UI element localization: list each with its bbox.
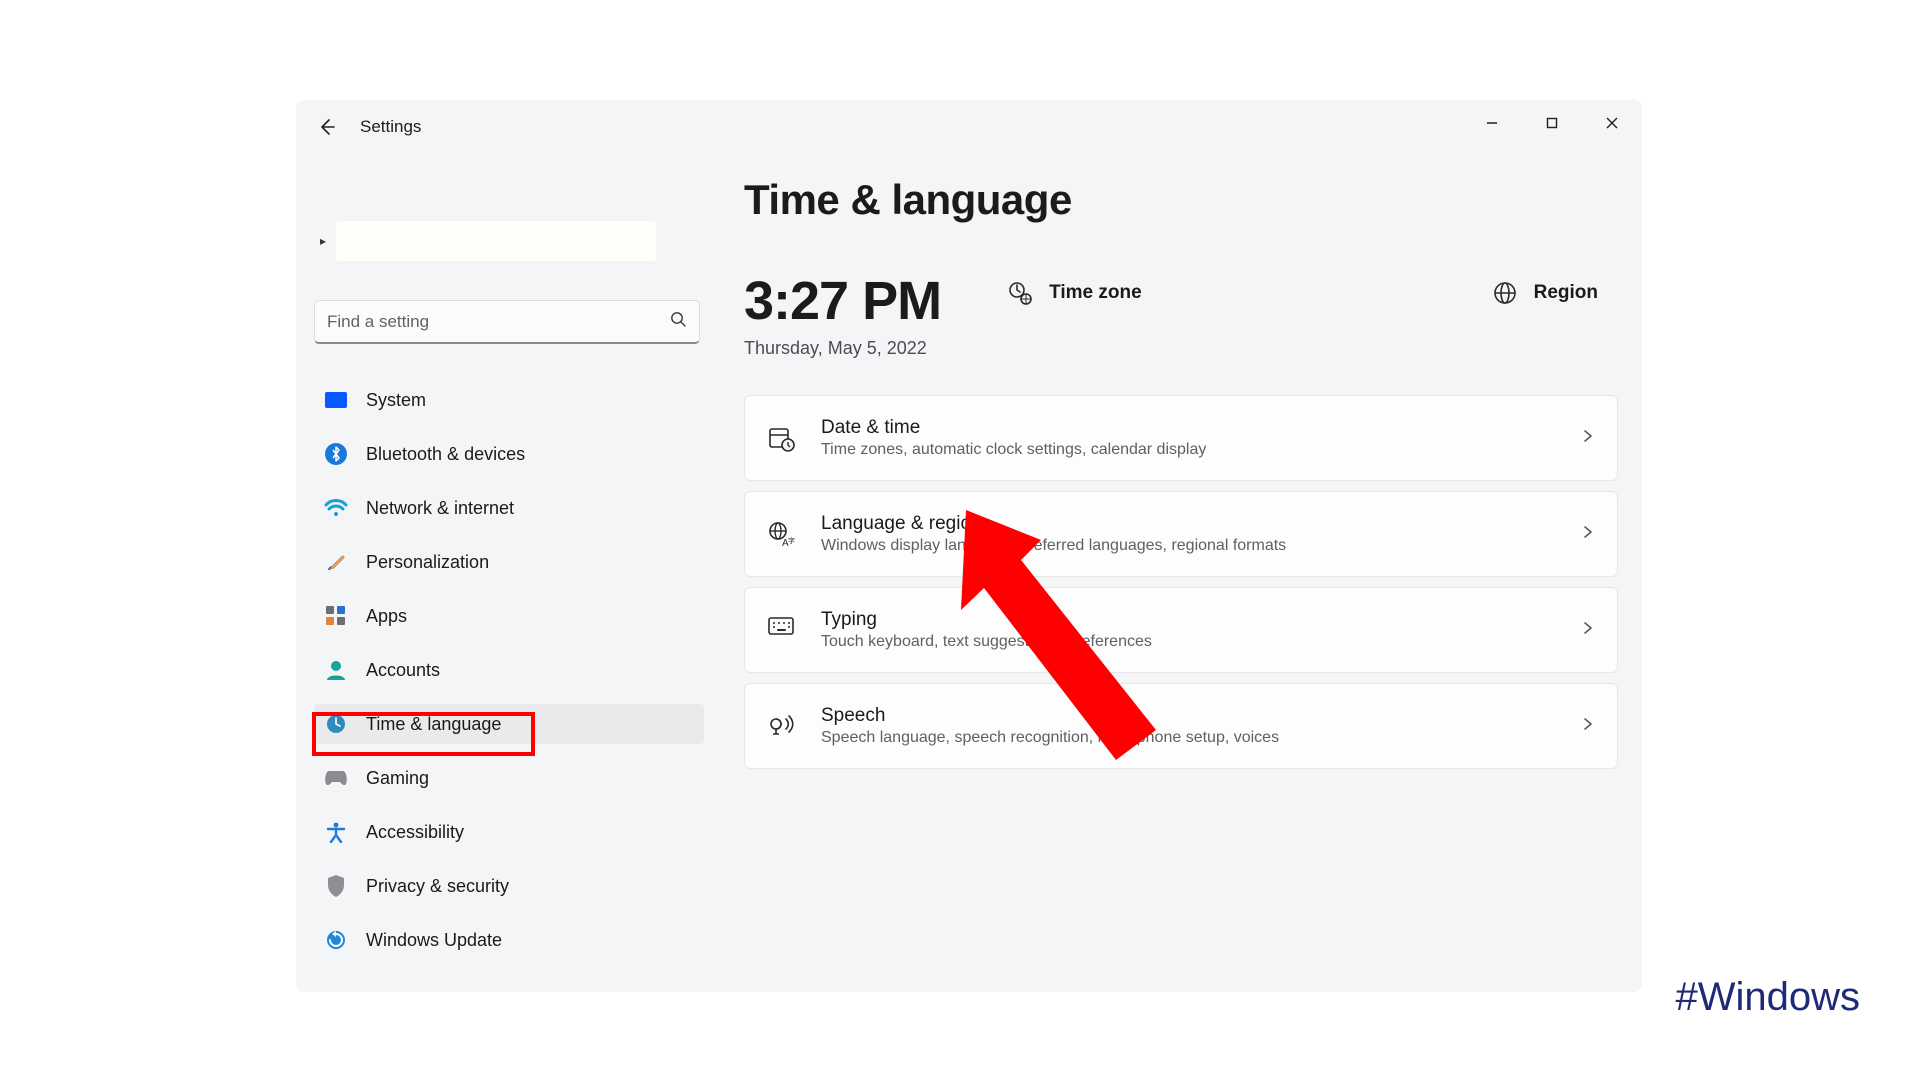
accessibility-icon (324, 820, 348, 844)
sidebar-item-privacy[interactable]: Privacy & security (314, 866, 704, 906)
system-icon (324, 388, 348, 412)
card-language-region[interactable]: A字 Language & region Windows display lan… (744, 491, 1618, 577)
card-desc: Speech language, speech recognition, mic… (821, 729, 1555, 747)
chevron-right-icon (1581, 621, 1595, 640)
sidebar-item-label: Personalization (366, 552, 489, 573)
sidebar-item-time-language[interactable]: Time & language (314, 704, 704, 744)
sidebar-item-label: Accessibility (366, 822, 464, 843)
apps-icon (324, 604, 348, 628)
account-header[interactable]: ▸ (314, 218, 704, 264)
card-title: Language & region (821, 513, 1555, 535)
clock-date: Thursday, May 5, 2022 (744, 338, 941, 359)
chevron-right-icon (1581, 429, 1595, 448)
sidebar-item-gaming[interactable]: Gaming (314, 758, 704, 798)
search-box[interactable] (314, 300, 700, 344)
wifi-icon (324, 496, 348, 520)
search-icon (670, 311, 687, 333)
sidebar-item-label: Time & language (366, 714, 501, 735)
card-date-time[interactable]: Date & time Time zones, automatic clock … (744, 395, 1618, 481)
clock-block: 3:27 PM Thursday, May 5, 2022 (744, 270, 941, 359)
globe-icon (1492, 280, 1518, 306)
sidebar-item-label: Apps (366, 606, 407, 627)
annotation-hashtag: #Windows (1675, 975, 1860, 1020)
sidebar-item-label: System (366, 390, 426, 411)
sidebar-item-label: Privacy & security (366, 876, 509, 897)
back-button[interactable] (316, 116, 338, 138)
sidebar-item-personalization[interactable]: Personalization (314, 542, 704, 582)
language-globe-icon: A字 (767, 520, 795, 548)
gamepad-icon (324, 766, 348, 790)
sidebar-item-label: Gaming (366, 768, 429, 789)
update-icon (324, 928, 348, 952)
main-content: Time & language 3:27 PM Thursday, May 5,… (744, 176, 1618, 769)
window-controls (1462, 100, 1642, 146)
card-desc: Windows display language, preferred lang… (821, 537, 1555, 555)
card-desc: Touch keyboard, text suggestions, prefer… (821, 633, 1555, 651)
person-icon (324, 658, 348, 682)
card-speech[interactable]: Speech Speech language, speech recogniti… (744, 683, 1618, 769)
settings-cards: Date & time Time zones, automatic clock … (744, 395, 1618, 769)
sidebar-item-label: Bluetooth & devices (366, 444, 525, 465)
sidebar: ▸ System Bluetooth & devices (314, 218, 704, 960)
sidebar-item-windows-update[interactable]: Windows Update (314, 920, 704, 960)
clock-time: 3:27 PM (744, 270, 941, 332)
card-desc: Time zones, automatic clock settings, ca… (821, 441, 1555, 459)
minimize-button[interactable] (1462, 100, 1522, 146)
keyboard-icon (767, 616, 795, 644)
hero-link-label: Time zone (1049, 282, 1142, 304)
chevron-right-icon (1581, 717, 1595, 736)
chevron-right-icon: ▸ (320, 234, 326, 248)
hero-link-timezone[interactable]: Time zone (1007, 280, 1142, 306)
sidebar-item-apps[interactable]: Apps (314, 596, 704, 636)
calendar-clock-icon (767, 424, 795, 452)
bluetooth-icon (324, 442, 348, 466)
clock-timezone-icon (1007, 280, 1033, 306)
maximize-button[interactable] (1522, 100, 1582, 146)
paintbrush-icon (324, 550, 348, 574)
sidebar-item-network[interactable]: Network & internet (314, 488, 704, 528)
card-title: Speech (821, 705, 1555, 727)
card-title: Date & time (821, 417, 1555, 439)
sidebar-item-label: Windows Update (366, 930, 502, 951)
speech-icon (767, 712, 795, 740)
svg-text:字: 字 (788, 536, 795, 545)
sidebar-item-label: Accounts (366, 660, 440, 681)
sidebar-item-accessibility[interactable]: Accessibility (314, 812, 704, 852)
sidebar-item-label: Network & internet (366, 498, 514, 519)
hero-row: 3:27 PM Thursday, May 5, 2022 Time zone … (744, 270, 1618, 359)
close-button[interactable] (1582, 100, 1642, 146)
card-typing[interactable]: Typing Touch keyboard, text suggestions,… (744, 587, 1618, 673)
chevron-right-icon (1581, 525, 1595, 544)
card-title: Typing (821, 609, 1555, 631)
sidebar-item-accounts[interactable]: Accounts (314, 650, 704, 690)
sidebar-nav: System Bluetooth & devices Network & int… (314, 380, 704, 960)
sidebar-item-system[interactable]: System (314, 380, 704, 420)
sidebar-item-bluetooth[interactable]: Bluetooth & devices (314, 434, 704, 474)
account-placeholder (336, 221, 656, 261)
clock-globe-icon (324, 712, 348, 736)
page-title: Time & language (744, 176, 1618, 224)
app-title: Settings (360, 117, 421, 137)
shield-icon (324, 874, 348, 898)
search-input[interactable] (327, 312, 670, 332)
hero-link-region[interactable]: Region (1492, 280, 1598, 306)
settings-window: Settings ▸ System Blu (296, 100, 1642, 992)
hero-link-label: Region (1534, 282, 1598, 304)
